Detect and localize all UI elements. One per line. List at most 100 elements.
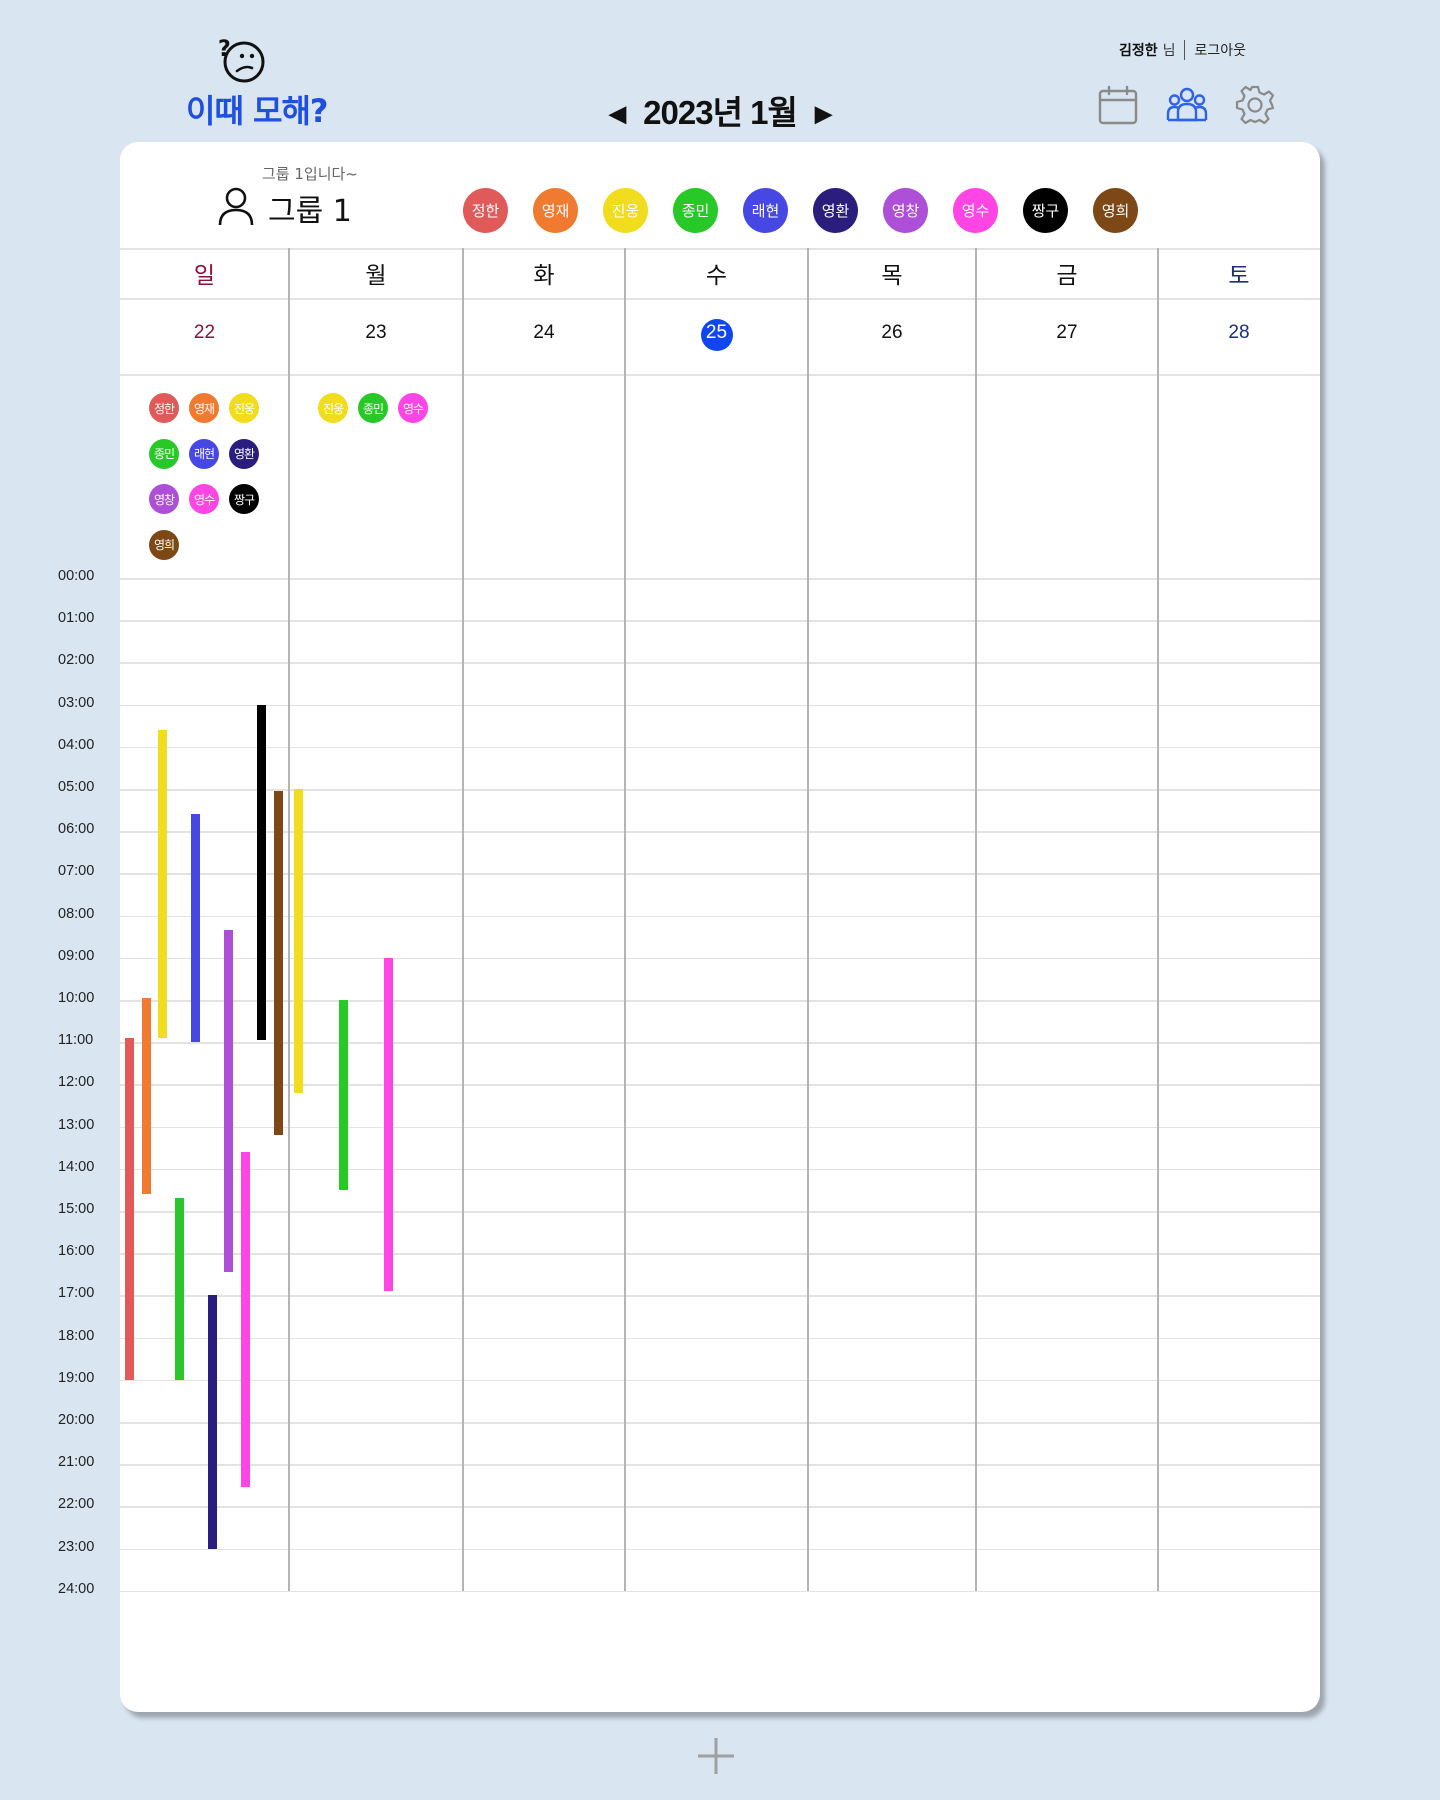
member-chip-5[interactable]: 래현 [743, 188, 788, 233]
time-label: 13:00 [58, 1116, 95, 1133]
hour-line [120, 1548, 1320, 1551]
month-label: 2023년 1월 [643, 94, 798, 131]
day-separator [1157, 248, 1159, 1591]
divider [1184, 40, 1186, 60]
schedule-bar-영창[interactable] [224, 930, 233, 1273]
schedule-bar-진웅[interactable] [158, 729, 167, 1038]
prev-month-button[interactable]: ◀ [601, 101, 633, 127]
time-label: 16:00 [58, 1243, 95, 1260]
logo-confused-face-icon: ? [218, 37, 265, 83]
time-label: 20:00 [58, 1412, 95, 1428]
day-member-chip[interactable]: 짱구 [229, 484, 259, 514]
header-divider-2 [120, 298, 1320, 300]
schedule-bar-짱구[interactable] [257, 704, 266, 1041]
day-name-4: 수 [705, 263, 728, 289]
day-separator [807, 248, 809, 1591]
time-label: 11:00 [58, 1032, 94, 1049]
schedule-bar-영수[interactable] [384, 957, 393, 1292]
date-4[interactable]: 25 [687, 322, 747, 344]
date-1[interactable]: 22 [175, 322, 235, 344]
user-icon [218, 187, 254, 226]
svg-text:?: ? [218, 37, 231, 62]
time-label: 03:00 [58, 694, 95, 711]
user-suffix: 님 [1162, 43, 1176, 59]
time-label: 05:00 [58, 779, 95, 795]
header-divider-3 [120, 374, 1320, 376]
time-label: 23:00 [58, 1538, 95, 1555]
day-member-chip[interactable]: 진웅 [318, 393, 348, 423]
settings-icon[interactable] [1234, 84, 1276, 126]
day-name-6: 금 [1056, 263, 1078, 289]
date-5[interactable]: 26 [862, 322, 922, 344]
hour-line [120, 704, 1320, 707]
group-icon[interactable] [1166, 84, 1208, 126]
date-2[interactable]: 23 [346, 322, 406, 344]
hour-line [120, 578, 1320, 580]
day-member-chip[interactable]: 영희 [149, 529, 179, 560]
schedule-bar-종민[interactable] [174, 1198, 184, 1380]
day-member-chip[interactable]: 종민 [358, 393, 388, 423]
time-label: 17:00 [58, 1285, 95, 1302]
day-name-5: 목 [881, 263, 903, 289]
member-chip-2[interactable]: 영재 [533, 188, 578, 233]
hour-line [120, 1590, 1320, 1593]
member-chip-4[interactable]: 종민 [673, 188, 718, 233]
member-chip-1[interactable]: 정한 [463, 188, 508, 233]
day-separator [462, 248, 464, 1591]
time-label: 01:00 [58, 610, 95, 627]
schedule-bar-영재[interactable] [141, 997, 151, 1195]
day-member-chip[interactable]: 영환 [229, 438, 259, 469]
time-label: 22:00 [58, 1496, 95, 1513]
schedule-bar-정한[interactable] [125, 1037, 134, 1380]
day-member-chip[interactable]: 영재 [189, 393, 219, 423]
schedule-bar-종민[interactable] [339, 1000, 348, 1190]
schedule-bar-영수[interactable] [240, 1151, 250, 1488]
member-chip-9[interactable]: 짱구 [1023, 188, 1068, 233]
hour-line [120, 1379, 1320, 1382]
day-name-3: 화 [533, 263, 555, 289]
member-chip-3[interactable]: 진웅 [603, 188, 648, 233]
time-label: 19:00 [58, 1369, 95, 1386]
day-member-chip[interactable]: 정한 [149, 393, 179, 423]
calendar-icon[interactable] [1097, 84, 1139, 126]
schedule-bar-영환[interactable] [207, 1295, 217, 1549]
time-label: 14:00 [58, 1158, 95, 1175]
day-member-chip[interactable]: 영창 [149, 484, 179, 514]
day-member-chip[interactable]: 영수 [398, 393, 428, 423]
member-chip-10[interactable]: 영희 [1093, 188, 1138, 233]
schedule-bar-진웅[interactable] [294, 789, 303, 1093]
date-6[interactable]: 27 [1037, 322, 1097, 344]
day-member-chip[interactable]: 래현 [189, 438, 219, 469]
day-member-chip[interactable]: 종민 [149, 438, 179, 469]
month-navigation: ◀ 2023년 1월 ▶ [0, 86, 1440, 134]
member-chip-6[interactable]: 영환 [813, 188, 858, 233]
time-label: 04:00 [58, 736, 95, 753]
day-separator [975, 248, 977, 1591]
hour-line [120, 1168, 1320, 1171]
time-label: 02:00 [58, 652, 95, 669]
header-divider-1 [120, 248, 1320, 250]
date-3[interactable]: 24 [514, 322, 574, 344]
time-label: 10:00 [58, 990, 95, 1006]
hour-line [120, 1337, 1320, 1340]
hour-line [120, 1506, 1320, 1508]
schedule-bar-영희[interactable] [273, 791, 283, 1136]
day-member-chip[interactable]: 영수 [189, 484, 219, 514]
hour-line [120, 1464, 1320, 1466]
user-area: 김정한 님 로그아웃 [1119, 40, 1246, 60]
time-label: 00:00 [58, 568, 95, 584]
member-chip-7[interactable]: 영창 [883, 188, 928, 233]
next-month-button[interactable]: ▶ [807, 101, 839, 127]
time-label: 21:00 [58, 1454, 95, 1471]
add-schedule-button[interactable] [696, 1736, 736, 1776]
schedule-bar-래현[interactable] [191, 814, 200, 1043]
hour-line [120, 1126, 1320, 1129]
member-chip-8[interactable]: 영수 [953, 188, 998, 233]
hour-line [120, 1422, 1320, 1424]
hour-line [120, 746, 1320, 749]
date-7[interactable]: 28 [1209, 322, 1269, 344]
day-member-chip[interactable]: 진웅 [229, 393, 259, 423]
user-name: 김정한 [1118, 43, 1158, 59]
logout-link[interactable]: 로그아웃 [1194, 40, 1246, 60]
hour-line [120, 1211, 1320, 1213]
